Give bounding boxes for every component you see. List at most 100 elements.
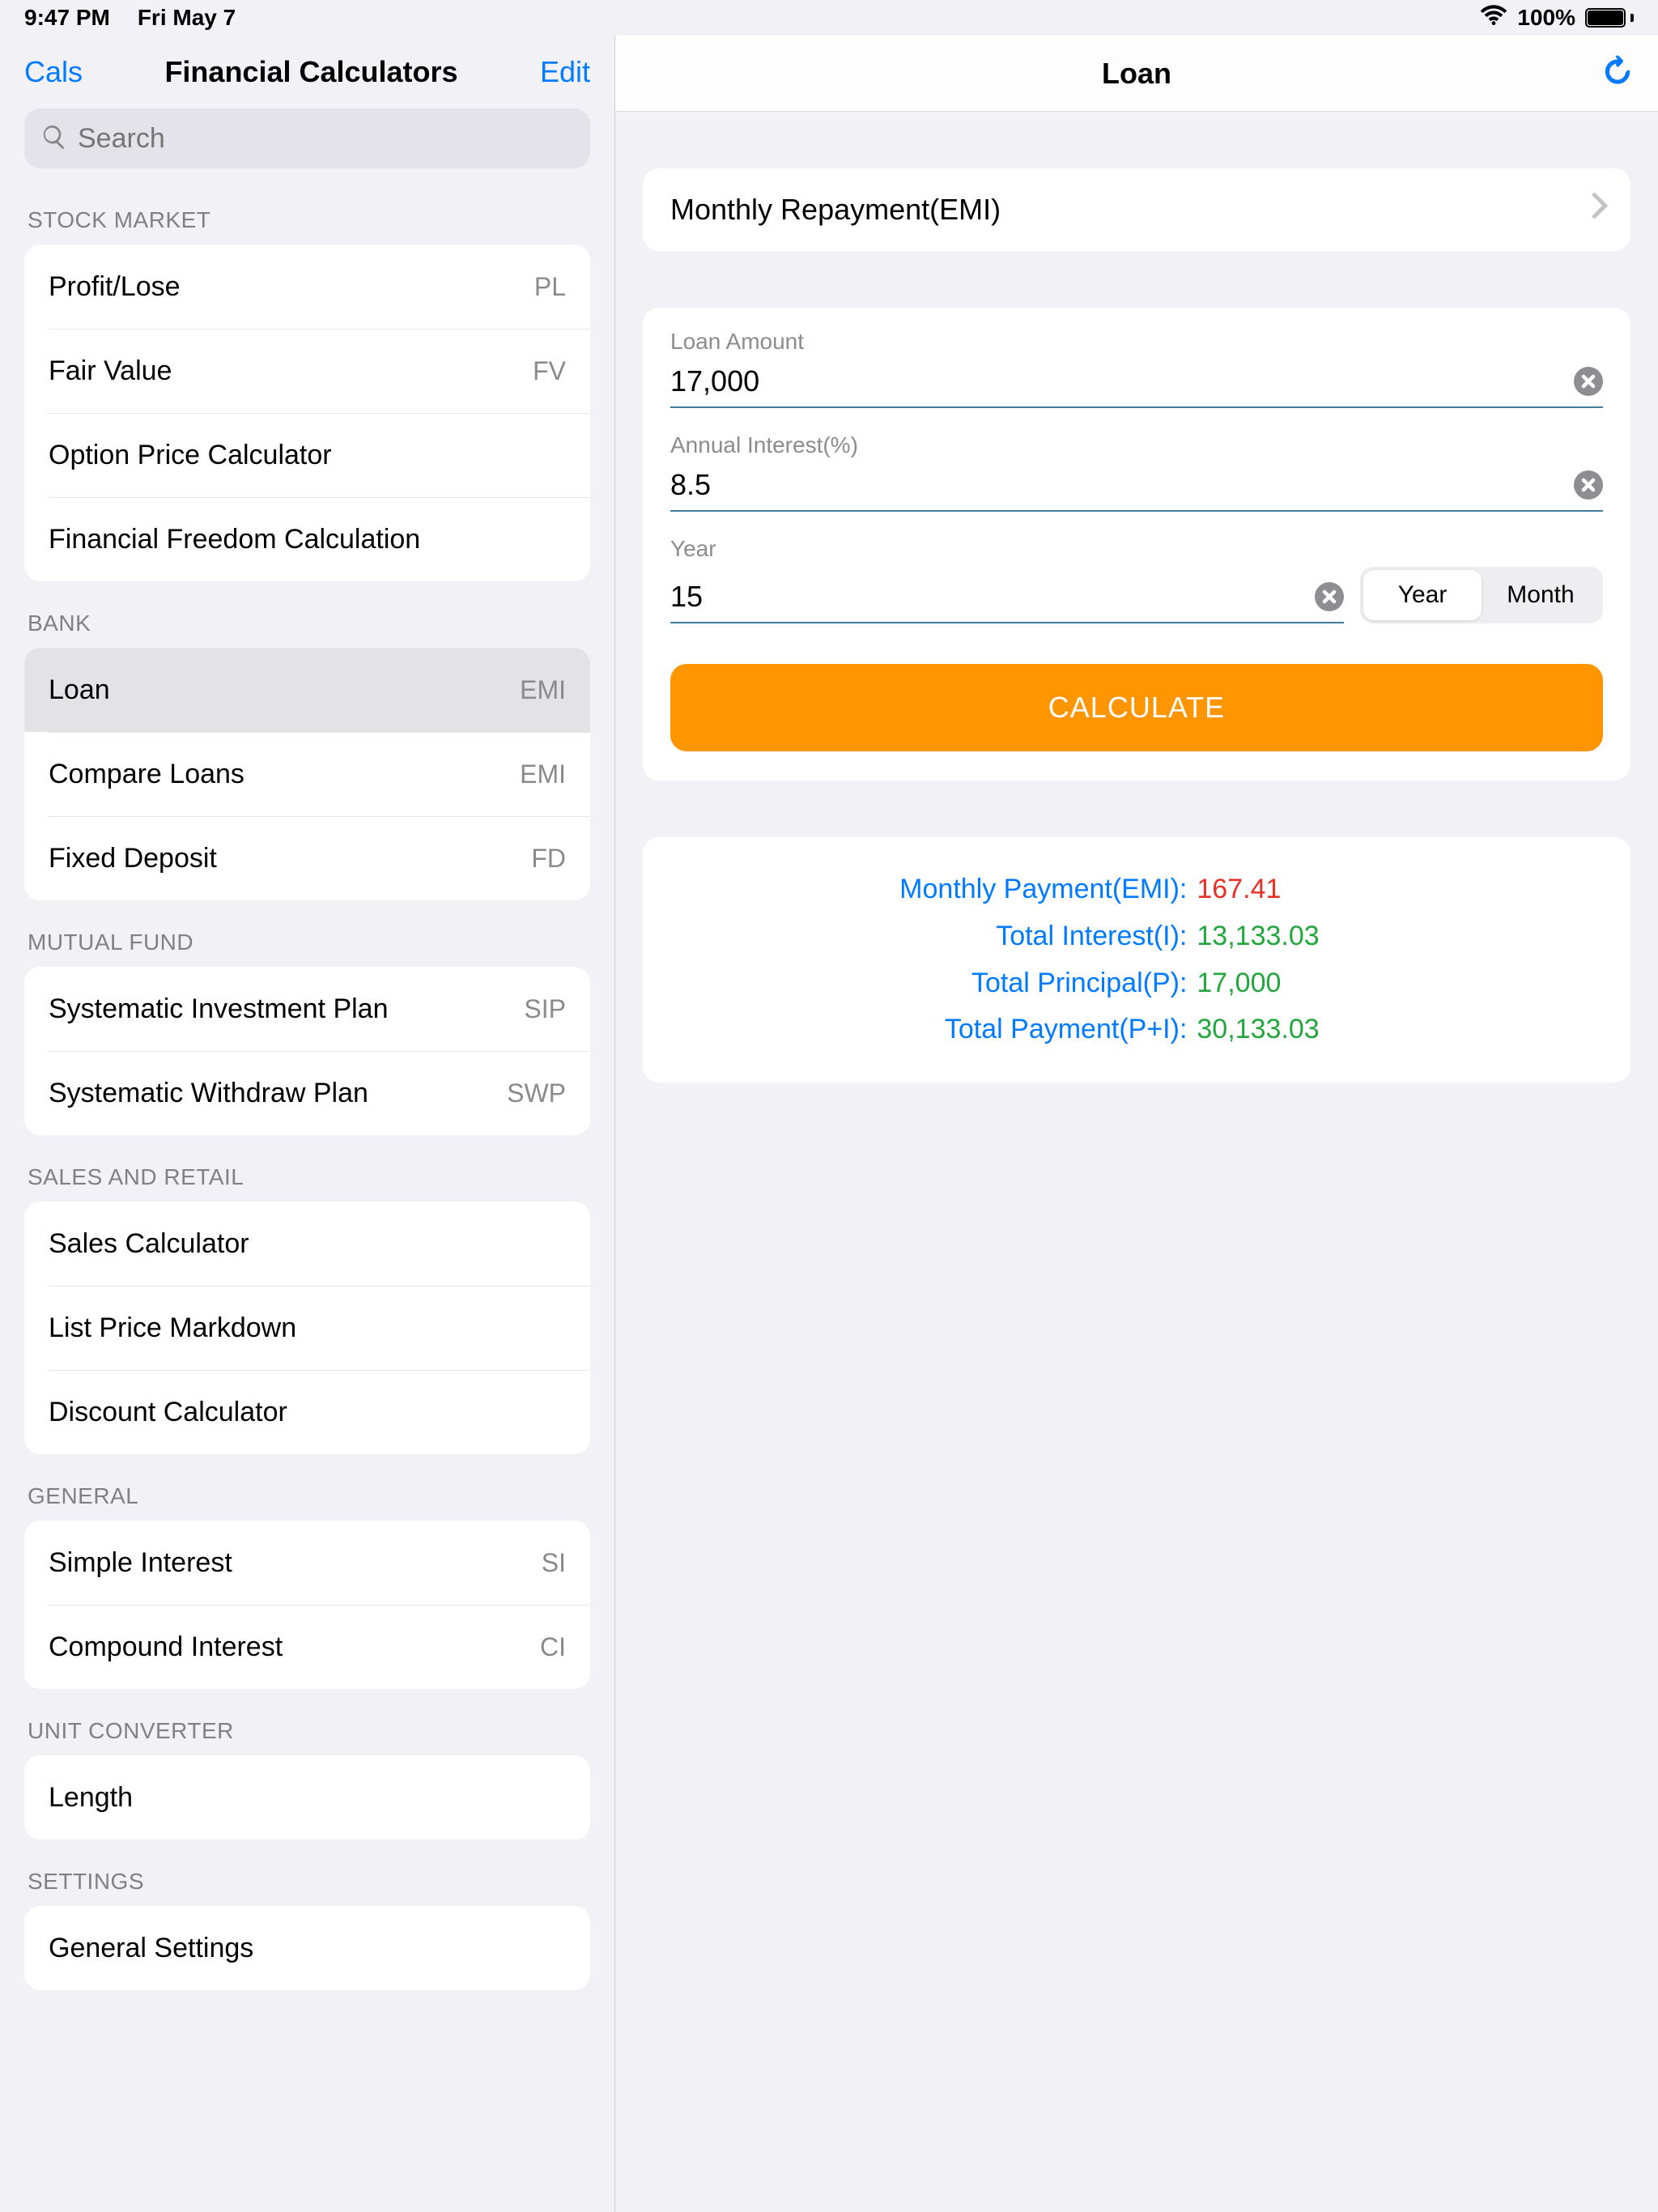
- list-item-badge: SIP: [524, 994, 566, 1024]
- section-header: STOCK MARKET: [28, 207, 590, 233]
- clear-term-button[interactable]: [1315, 582, 1344, 611]
- app: Cals Financial Calculators Edit STOCK MA…: [0, 36, 1658, 2212]
- list-item-badge: CI: [540, 1632, 566, 1662]
- list-item-label: General Settings: [49, 1933, 253, 1964]
- list-item[interactable]: General Settings: [24, 1906, 590, 1990]
- term-label: Year: [670, 536, 1603, 562]
- term-field: Year Year Month: [670, 536, 1603, 623]
- sidebar: Cals Financial Calculators Edit STOCK MA…: [0, 36, 615, 2212]
- annual-interest-label: Annual Interest(%): [670, 432, 1603, 458]
- result-total-value: 30,133.03: [1192, 1006, 1319, 1053]
- calculate-button[interactable]: CALCULATE: [670, 664, 1603, 751]
- list-item[interactable]: Fair Value FV: [49, 329, 590, 413]
- list-item-label: Profit/Lose: [49, 271, 181, 303]
- list-item[interactable]: Financial Freedom Calculation: [49, 497, 590, 581]
- list-item[interactable]: Sales Calculator: [24, 1202, 590, 1286]
- result-monthly-label: Monthly Payment(EMI):: [675, 866, 1192, 913]
- annual-interest-field: Annual Interest(%): [670, 432, 1603, 512]
- search-icon: [40, 123, 68, 155]
- page-title: Loan: [1102, 57, 1171, 91]
- clear-amount-button[interactable]: [1574, 367, 1603, 396]
- search-field[interactable]: [24, 108, 590, 168]
- list-item-label: Discount Calculator: [49, 1397, 287, 1428]
- section-header: SETTINGS: [28, 1869, 590, 1895]
- chevron-right-icon: [1592, 192, 1608, 228]
- list-item-badge: FV: [533, 356, 566, 386]
- list-item[interactable]: Systematic Investment Plan SIP: [24, 967, 590, 1051]
- sidebar-title: Financial Calculators: [164, 55, 457, 89]
- term-unit-month[interactable]: Month: [1482, 570, 1600, 620]
- status-right: 100%: [1480, 5, 1634, 32]
- list-card: Simple Interest SI Compound Interest CI: [24, 1521, 590, 1689]
- clear-interest-button[interactable]: [1574, 470, 1603, 500]
- list-item[interactable]: Loan EMI: [24, 648, 590, 732]
- loan-amount-label: Loan Amount: [670, 329, 1603, 355]
- list-item-label: Financial Freedom Calculation: [49, 524, 420, 555]
- list-item-label: Systematic Withdraw Plan: [49, 1078, 368, 1109]
- result-interest-label: Total Interest(I):: [675, 913, 1192, 960]
- list-item[interactable]: Length: [24, 1755, 590, 1840]
- list-card: LoanEMICompare LoansEMIFixed DepositFD: [24, 648, 590, 900]
- back-button[interactable]: Cals: [24, 55, 83, 89]
- list-item-badge: PL: [534, 272, 566, 302]
- edit-button[interactable]: Edit: [540, 55, 590, 89]
- search-input[interactable]: [78, 123, 574, 155]
- inputs-card: Loan Amount Annual Interest(%): [643, 308, 1630, 781]
- result-principal-label: Total Principal(P):: [675, 960, 1192, 1007]
- list-item-label: List Price Markdown: [49, 1312, 296, 1344]
- list-item[interactable]: Profit/Lose PL: [24, 245, 590, 329]
- list-item-label: Simple Interest: [49, 1547, 232, 1579]
- emi-mode-selector[interactable]: Monthly Repayment(EMI): [643, 168, 1630, 251]
- list-item-label: Fair Value: [49, 355, 172, 387]
- list-item-label: Loan: [49, 674, 110, 706]
- battery-icon: [1585, 8, 1634, 28]
- list-item-badge: EMI: [520, 759, 566, 789]
- list-item[interactable]: Simple Interest SI: [24, 1521, 590, 1605]
- list-item[interactable]: Fixed DepositFD: [49, 816, 590, 900]
- section-header: MUTUAL FUND: [28, 929, 590, 955]
- main-header: Loan: [615, 36, 1658, 112]
- list-item-label: Option Price Calculator: [49, 440, 332, 471]
- result-principal-value: 17,000: [1192, 960, 1281, 1007]
- loan-amount-input[interactable]: [670, 364, 1562, 398]
- list-item[interactable]: Compound Interest CI: [49, 1605, 590, 1689]
- list-card: Systematic Investment PlanSIPSystematic …: [24, 967, 590, 1135]
- list-item[interactable]: Option Price Calculator: [49, 413, 590, 497]
- status-time: 9:47 PM: [24, 5, 110, 31]
- main-panel: Loan Monthly Repayment(EMI) Loan Amount: [615, 36, 1658, 2212]
- result-monthly-value: 167.41: [1192, 866, 1281, 913]
- sidebar-scroll[interactable]: STOCK MARKET Profit/Lose PL Fair Value FV Opt…: [0, 185, 614, 2212]
- section-header: SALES AND RETAIL: [28, 1164, 590, 1190]
- section-header: BANK: [28, 610, 590, 636]
- list-item[interactable]: List Price Markdown: [49, 1286, 590, 1370]
- list-item-label: Fixed Deposit: [49, 843, 217, 874]
- term-input[interactable]: [670, 580, 1303, 614]
- list-item-label: Systematic Investment Plan: [49, 993, 389, 1025]
- term-unit-year[interactable]: Year: [1363, 570, 1482, 620]
- list-card: Profit/Lose PL Fair Value FV Option Price Ca…: [24, 245, 590, 581]
- section-header: GENERAL: [28, 1483, 590, 1509]
- list-card: Sales Calculator List Price Markdown Disco…: [24, 1202, 590, 1454]
- battery-percent: 100%: [1517, 5, 1575, 31]
- annual-interest-input[interactable]: [670, 468, 1562, 502]
- list-item-badge: EMI: [520, 675, 566, 705]
- list-item-label: Sales Calculator: [49, 1228, 249, 1260]
- list-item-label: Compound Interest: [49, 1631, 283, 1663]
- list-item[interactable]: Discount Calculator: [49, 1370, 590, 1454]
- refresh-button[interactable]: [1601, 55, 1634, 91]
- result-total-label: Total Payment(P+I):: [675, 1006, 1192, 1053]
- status-date: Fri May 7: [138, 5, 236, 31]
- loan-amount-field: Loan Amount: [670, 329, 1603, 408]
- status-bar: 9:47 PM Fri May 7 100%: [0, 0, 1658, 36]
- sidebar-header: Cals Financial Calculators Edit: [0, 36, 614, 108]
- list-item[interactable]: Systematic Withdraw PlanSWP: [49, 1051, 590, 1135]
- list-item-badge: SI: [542, 1548, 566, 1578]
- list-item[interactable]: Compare LoansEMI: [49, 732, 590, 816]
- section-header: UNIT CONVERTER: [28, 1718, 590, 1744]
- list-item-label: Length: [49, 1782, 133, 1814]
- list-card: General Settings: [24, 1906, 590, 1990]
- emi-mode-label: Monthly Repayment(EMI): [670, 193, 1001, 227]
- result-interest-value: 13,133.03: [1192, 913, 1319, 960]
- results-card: Monthly Payment(EMI): 167.41 Total Inter…: [643, 837, 1630, 1083]
- term-unit-segmented[interactable]: Year Month: [1360, 567, 1603, 623]
